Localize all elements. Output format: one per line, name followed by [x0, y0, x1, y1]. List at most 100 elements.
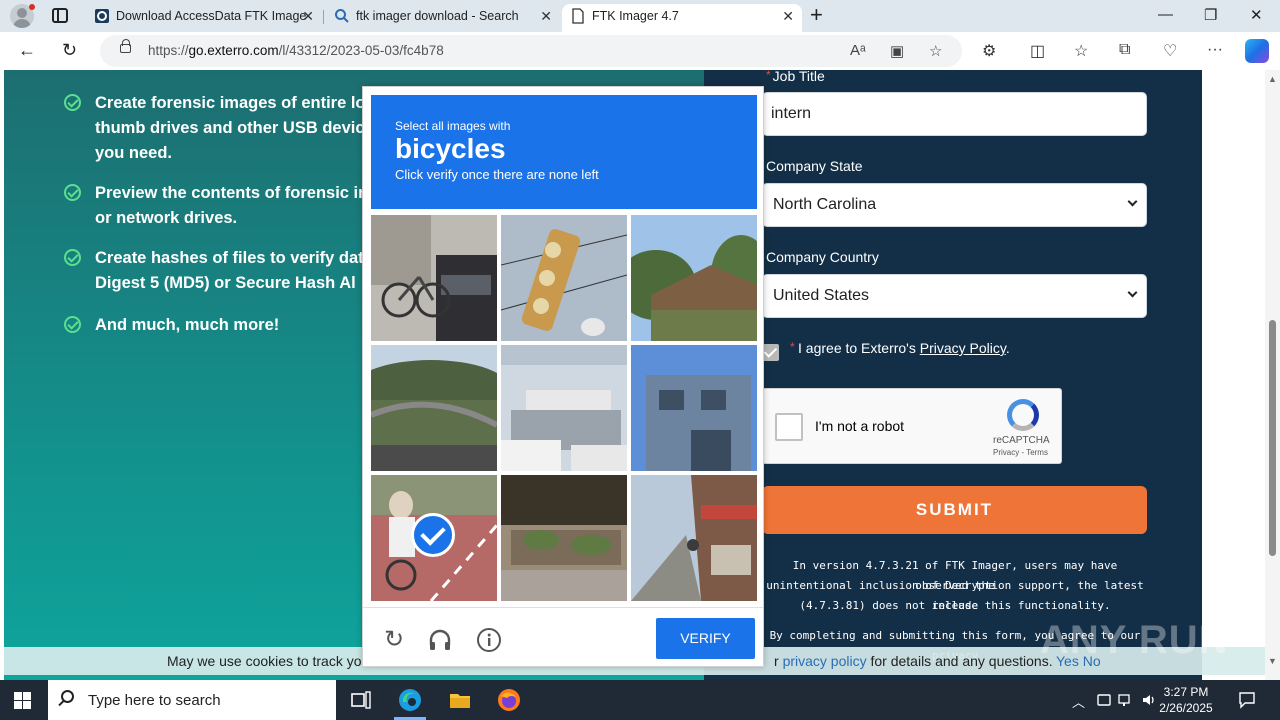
tab-ftk-download[interactable]: Download AccessData FTK Image ✕ — [86, 4, 322, 32]
system-clock[interactable]: 3:27 PM 2/26/2025 — [1150, 684, 1222, 716]
job-title-label: * Job Title — [766, 70, 825, 84]
new-tab-button[interactable]: + — [810, 4, 823, 26]
captcha-header: Select all images with bicycles Click ve… — [371, 95, 757, 209]
recaptcha-terms-link[interactable]: Privacy - Terms — [993, 448, 1048, 457]
scroll-down-icon[interactable]: ▼ — [1268, 656, 1277, 666]
task-view-icon[interactable] — [349, 688, 373, 712]
edge-browser-icon[interactable] — [398, 688, 422, 712]
download-form: * Job Title intern Company State North Ca… — [704, 70, 1202, 680]
scroll-up-icon[interactable]: ▲ — [1268, 74, 1277, 84]
file-explorer-icon[interactable] — [448, 688, 472, 712]
vertical-scrollbar[interactable]: ▲ ▼ — [1265, 70, 1280, 680]
window-close-icon[interactable]: ✕ — [1250, 6, 1263, 24]
search-placeholder: Type here to search — [88, 692, 221, 709]
browser-essentials-icon[interactable]: ♡ — [1163, 41, 1177, 61]
captcha-tile-6[interactable] — [631, 345, 757, 471]
favorite-star-icon[interactable]: ☆ — [929, 42, 942, 60]
maximize-icon[interactable]: ❐ — [1204, 6, 1217, 24]
company-country-label: Company Country — [766, 249, 879, 265]
captcha-challenge: Select all images with bicycles Click ve… — [362, 86, 764, 667]
copilot-icon[interactable] — [1245, 39, 1269, 63]
firefox-icon[interactable] — [497, 688, 521, 712]
tile-image — [501, 215, 627, 341]
privacy-policy-link[interactable]: Privacy Policy — [920, 340, 1006, 356]
captcha-tile-8[interactable] — [501, 475, 627, 601]
more-options-icon[interactable]: ··· — [1207, 41, 1223, 59]
split-screen-icon[interactable]: ◫ — [1030, 41, 1045, 61]
company-state-label: Company State — [766, 158, 863, 174]
captcha-target: bicycles — [395, 133, 506, 164]
back-arrow-icon[interactable]: ← — [18, 40, 36, 61]
show-hidden-icons[interactable]: ︿ — [1072, 692, 1085, 711]
tile-image — [631, 345, 757, 471]
captcha-tile-9[interactable] — [631, 475, 757, 601]
captcha-tile-1[interactable] — [371, 215, 497, 341]
close-tab-icon[interactable]: ✕ — [540, 4, 552, 28]
company-country-select[interactable]: United States — [762, 274, 1147, 318]
recaptcha-checkbox[interactable] — [775, 413, 803, 441]
minimize-icon[interactable]: — — [1158, 6, 1173, 23]
captcha-tile-2[interactable] — [501, 215, 627, 341]
address-bar[interactable]: https://go.exterro.com/l/43312/2023-05-0… — [100, 35, 962, 67]
audio-headphones-icon[interactable] — [427, 627, 453, 653]
tab-title: ftk imager download - Search — [356, 9, 519, 23]
recaptcha-brand: reCAPTCHA — [993, 435, 1050, 446]
tile-image — [631, 215, 757, 341]
favorites-icon[interactable]: ☆ — [1074, 41, 1088, 61]
search-favicon-icon — [335, 9, 349, 23]
reload-icon[interactable]: ↻ — [381, 627, 407, 653]
navigation-bar: ← ↻ https://go.exterro.com/l/43312/2023-… — [0, 32, 1280, 70]
search-icon — [61, 690, 74, 703]
close-tab-icon[interactable]: ✕ — [302, 4, 314, 28]
tab-title: FTK Imager 4.7 — [592, 9, 679, 23]
taskbar-search[interactable]: Type here to search — [48, 680, 336, 720]
check-circle-icon — [64, 316, 81, 333]
url-text[interactable]: https://go.exterro.com/l/43312/2023-05-0… — [148, 43, 444, 58]
close-tab-icon[interactable]: ✕ — [782, 4, 794, 28]
privacy-agree-checkbox[interactable] — [762, 344, 779, 361]
captcha-hint: Click verify once there are none left — [395, 167, 599, 182]
tab-ftk-imager[interactable]: FTK Imager 4.7 ✕ — [562, 4, 802, 32]
refresh-icon[interactable]: ↻ — [62, 40, 77, 61]
scrollbar-thumb[interactable] — [1269, 320, 1276, 556]
network-icon[interactable] — [1118, 692, 1134, 708]
info-icon[interactable] — [476, 627, 502, 653]
submit-button[interactable]: SUBMIT — [762, 486, 1147, 534]
immersive-reader-icon[interactable]: ▣ — [890, 42, 904, 60]
notifications-icon[interactable] — [1238, 691, 1256, 709]
captcha-tile-3[interactable] — [631, 215, 757, 341]
captcha-tile-5[interactable] — [501, 345, 627, 471]
chevron-down-icon — [1127, 196, 1138, 207]
check-circle-icon — [64, 184, 81, 201]
tab-bing-search[interactable]: ftk imager download - Search ✕ — [326, 4, 560, 32]
read-aloud-icon[interactable]: A᠎ᵃ — [850, 42, 866, 59]
device-icon[interactable] — [1096, 692, 1112, 708]
company-state-select[interactable]: North Carolina — [762, 183, 1147, 227]
verify-button[interactable]: VERIFY — [656, 618, 755, 659]
selected-check-icon — [411, 513, 455, 557]
notification-dot — [29, 4, 35, 10]
tile-image — [501, 345, 627, 471]
job-title-field[interactable]: intern — [762, 92, 1147, 136]
windows-start-icon[interactable] — [14, 692, 31, 709]
collections-icon[interactable]: ⧉ — [1119, 41, 1130, 59]
check-circle-icon — [64, 249, 81, 266]
privacy-agree-label: * I agree to Exterro's Privacy Policy. — [790, 340, 1010, 356]
captcha-tile-4[interactable] — [371, 345, 497, 471]
recaptcha-logo-icon — [1007, 399, 1039, 431]
cookie-privacy-link[interactable]: privacy policy — [783, 653, 867, 669]
captcha-divider — [363, 607, 763, 608]
captcha-tile-7[interactable] — [371, 475, 497, 601]
version-note: (4.7.3.81) does not include this functio… — [799, 599, 1111, 612]
recaptcha-label: I'm not a robot — [815, 418, 905, 434]
company-country-value: United States — [773, 287, 870, 304]
clock-date: 2/26/2025 — [1159, 701, 1213, 715]
check-circle-icon — [64, 94, 81, 111]
tab-actions-icon[interactable] — [52, 8, 68, 23]
lock-icon[interactable] — [120, 39, 131, 53]
clock-time: 3:27 PM — [1163, 685, 1209, 699]
tile-image — [631, 475, 757, 601]
tab-separator — [323, 10, 324, 24]
extensions-icon[interactable]: ⚙ — [982, 41, 996, 61]
taskbar: Type here to search ︿ 3:27 PM 2/26/2025 — [0, 680, 1280, 720]
